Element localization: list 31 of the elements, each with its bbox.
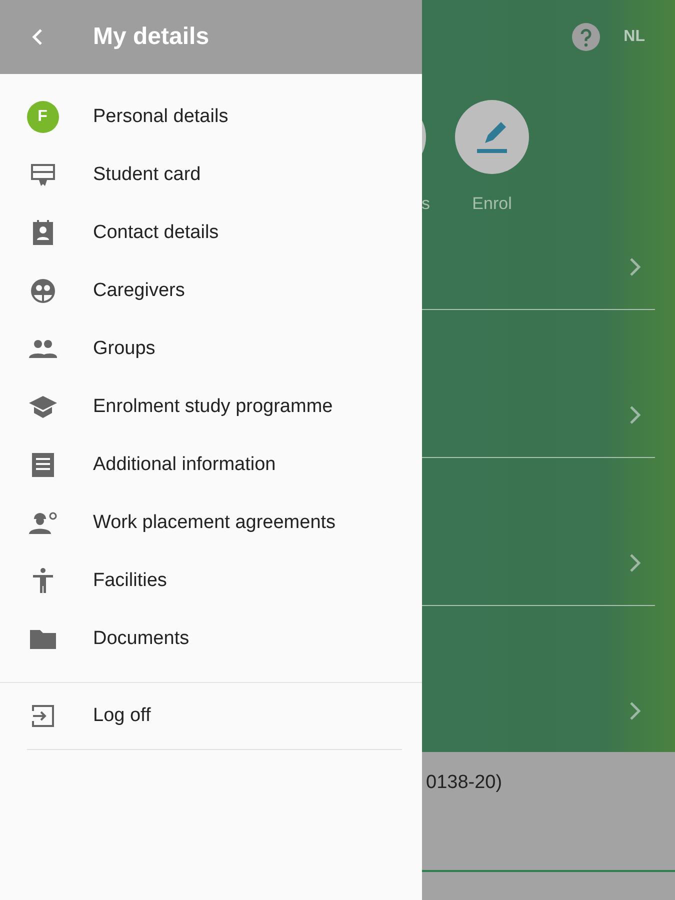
- card-icon: [28, 161, 56, 189]
- menu-item[interactable]: Documents: [0, 610, 422, 668]
- menu-item[interactable]: Facilities: [0, 552, 422, 610]
- help-icon[interactable]: [572, 23, 600, 51]
- menu-item[interactable]: Contact details: [0, 204, 422, 262]
- shortcut-label: Enrol: [472, 194, 512, 214]
- menu-item[interactable]: Groups: [0, 320, 422, 378]
- chevron-icon[interactable]: [629, 405, 641, 425]
- folder-icon: [28, 627, 56, 651]
- menu-item[interactable]: Work placement agreements: [0, 494, 422, 552]
- people-icon: [28, 338, 58, 360]
- pencil-icon: [474, 119, 510, 155]
- panel-text: 0138-20): [426, 772, 502, 794]
- logout-icon: [30, 703, 56, 729]
- drawer-title: My details: [93, 23, 210, 51]
- menu-item[interactable]: Enrolment study programme: [0, 378, 422, 436]
- menu-item[interactable]: Caregivers: [0, 262, 422, 320]
- menu-item[interactable]: Student card: [0, 146, 422, 204]
- graduation-cap-icon: [28, 394, 58, 420]
- chevron-icon[interactable]: [629, 257, 641, 277]
- shortcut-label: s: [422, 194, 430, 214]
- back-button[interactable]: [30, 27, 44, 47]
- worker-icon: [28, 511, 58, 535]
- menu-item[interactable]: Additional information: [0, 436, 422, 494]
- menu-item[interactable]: F Personal details: [0, 88, 422, 146]
- avatar-icon: F: [26, 101, 58, 133]
- chevron-icon[interactable]: [629, 553, 641, 573]
- chevron-icon[interactable]: [629, 701, 641, 721]
- document-icon: [30, 451, 56, 479]
- caregivers-icon: [28, 277, 56, 305]
- menu-item[interactable]: Log off: [0, 683, 422, 749]
